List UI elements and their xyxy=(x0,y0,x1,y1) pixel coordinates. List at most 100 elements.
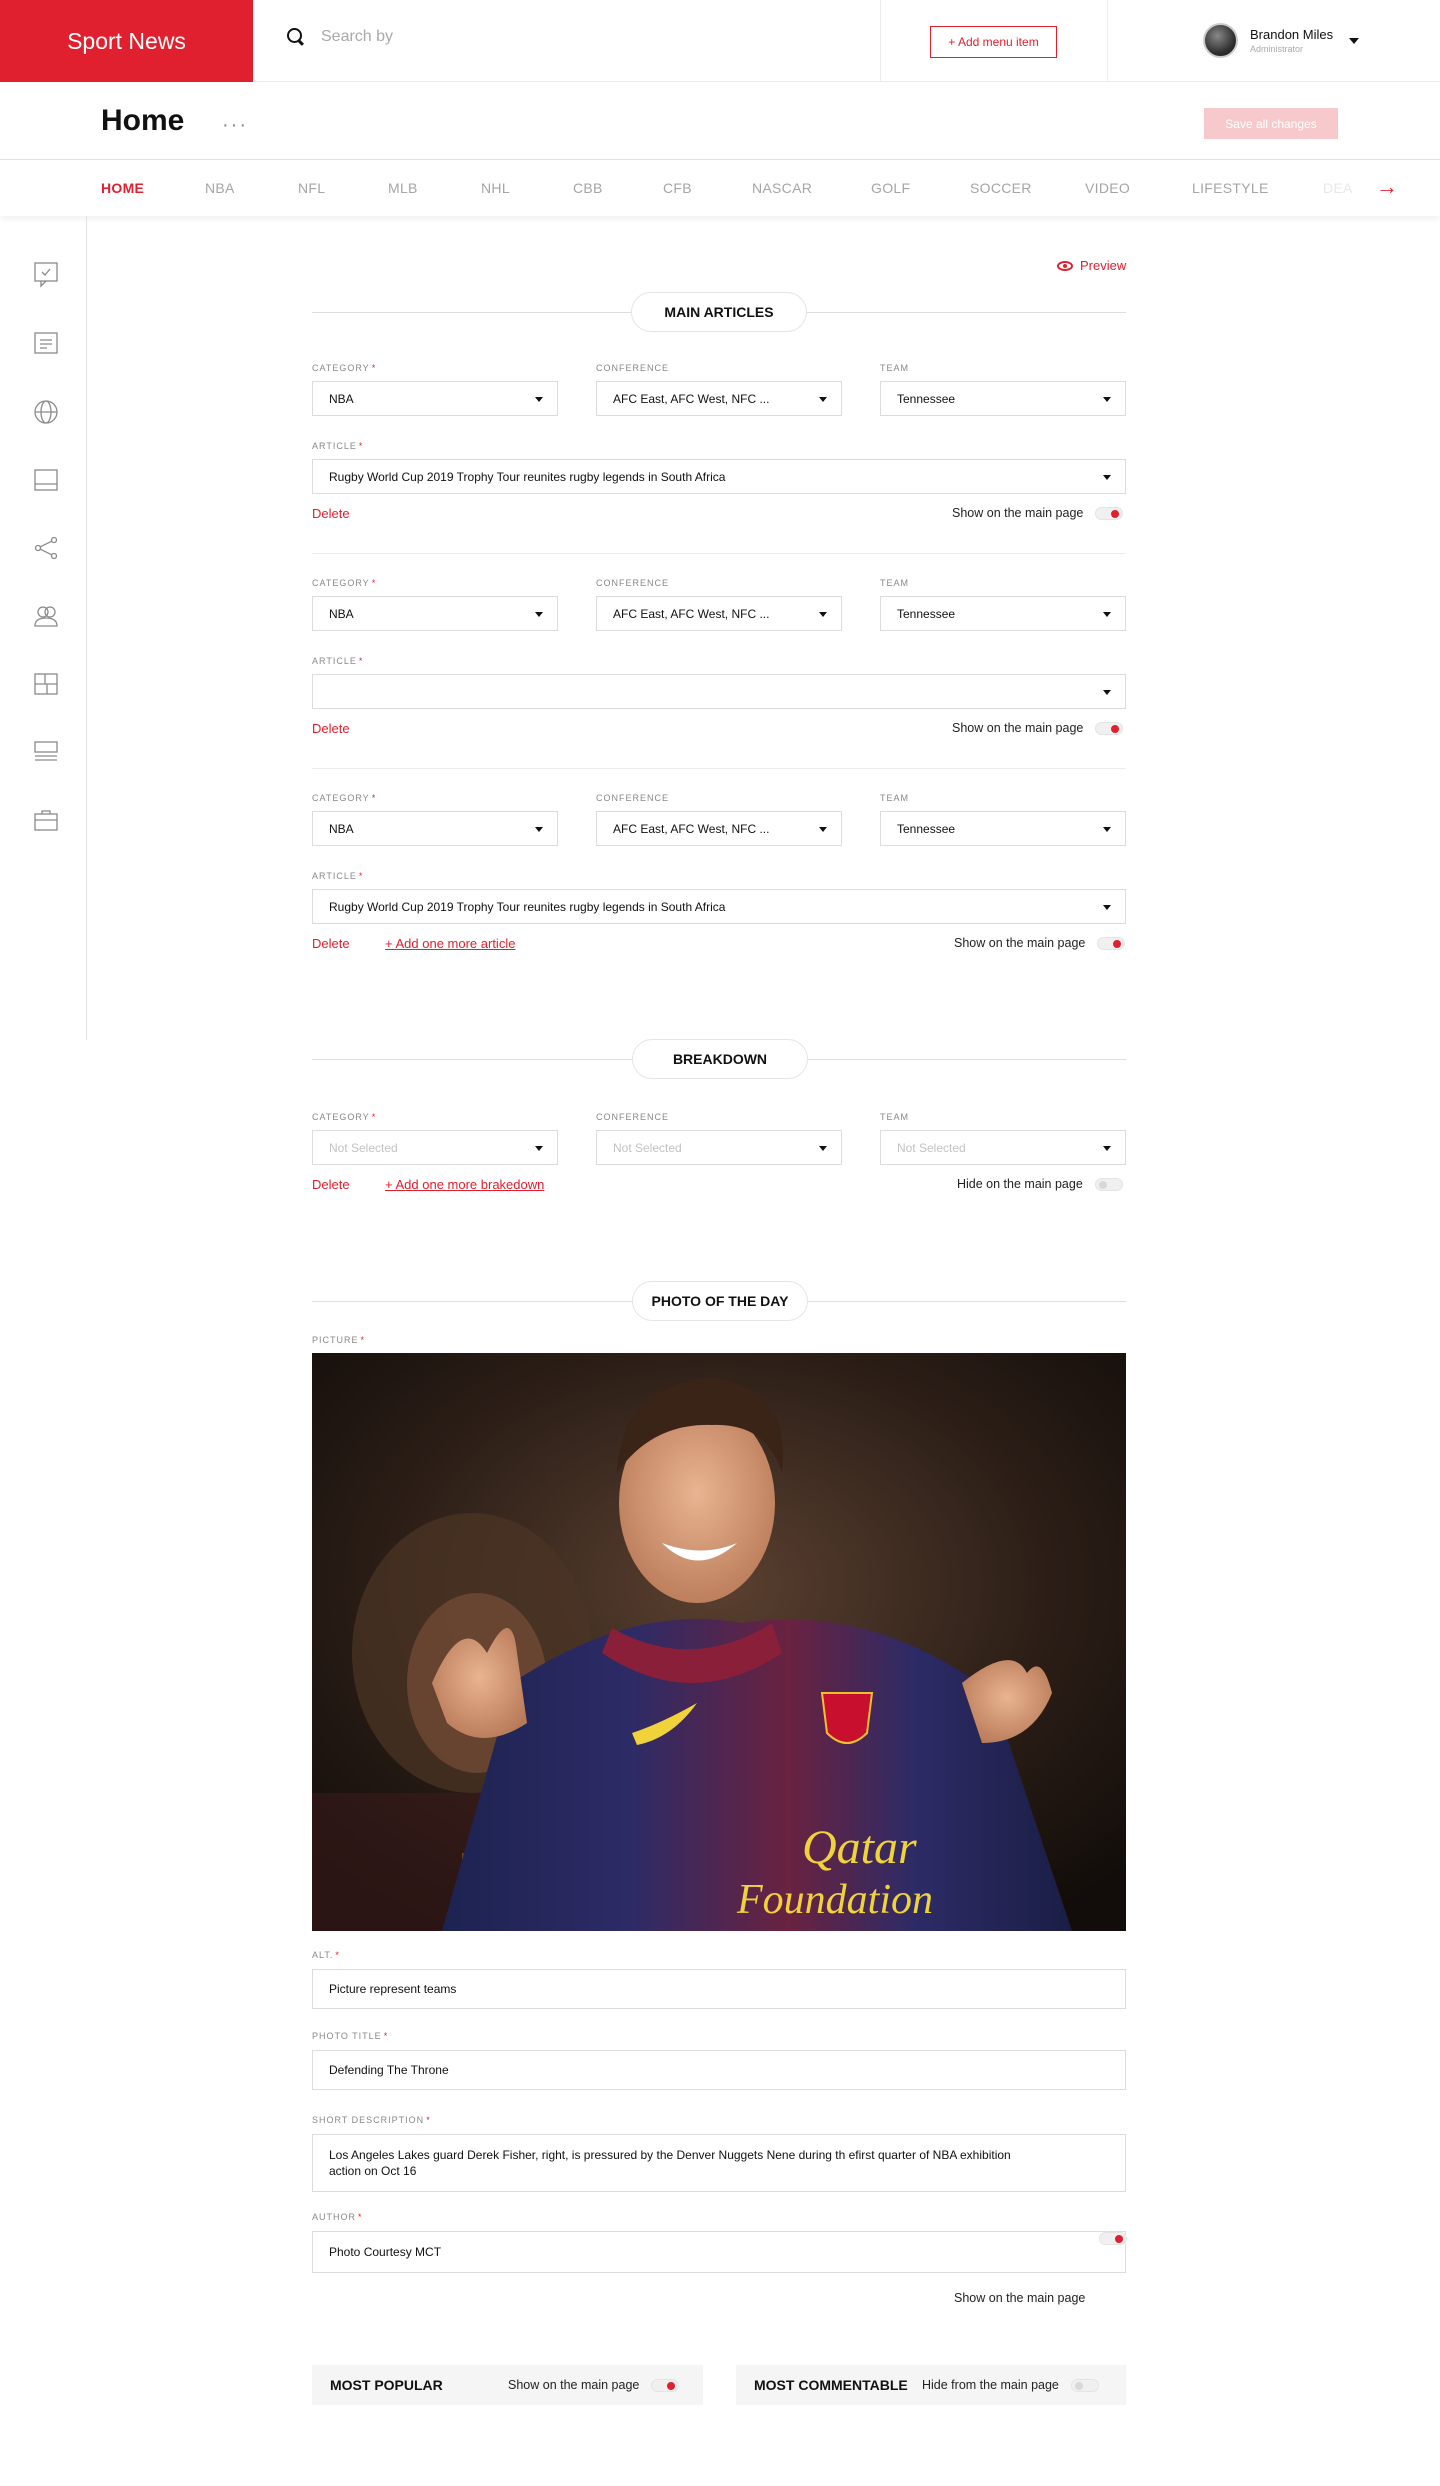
toggle-switch[interactable] xyxy=(1095,506,1124,520)
list-icon[interactable] xyxy=(32,738,60,766)
comment-check-icon[interactable] xyxy=(32,260,60,288)
preview-link[interactable]: Preview xyxy=(1057,258,1126,273)
toggle-switch[interactable] xyxy=(1070,2378,1099,2392)
save-all-changes-button[interactable]: Save all changes xyxy=(1204,108,1338,139)
show-on-main-page-toggle[interactable]: Show on the main page xyxy=(954,936,1126,950)
section-title: BREAKDOWN xyxy=(632,1039,808,1079)
category-select[interactable]: Not Selected xyxy=(312,1130,558,1165)
conference-select[interactable]: AFC East, AFC West, NFC ... xyxy=(596,381,842,416)
delete-breakdown-button[interactable]: Delete xyxy=(312,1177,350,1192)
tab-golf[interactable]: GOLF xyxy=(871,180,910,196)
category-label: CATEGORY * xyxy=(312,793,377,803)
tab-soccer[interactable]: SOCCER xyxy=(970,180,1032,196)
tab-dea[interactable]: DEA xyxy=(1323,180,1353,196)
tab-nhl[interactable]: NHL xyxy=(481,180,510,196)
toggle-switch[interactable] xyxy=(1097,936,1126,950)
top-bar: Sport News + Add menu item Brandon Miles… xyxy=(0,0,1440,82)
delete-article-button[interactable]: Delete xyxy=(312,721,350,736)
most-popular-card: MOST POPULAR Show on the main page xyxy=(312,2365,703,2405)
add-breakdown-button[interactable]: + Add one more brakedown xyxy=(385,1177,544,1192)
add-menu-item-button[interactable]: + Add menu item xyxy=(930,26,1057,58)
conference-select[interactable]: AFC East, AFC West, NFC ... xyxy=(596,596,842,631)
team-select[interactable]: Tennessee xyxy=(880,811,1126,846)
tab-lifestyle[interactable]: LIFESTYLE xyxy=(1192,180,1269,196)
category-select[interactable]: NBA xyxy=(312,811,558,846)
hide-from-main-page-toggle[interactable]: Hide from the main page xyxy=(922,2378,1099,2392)
most-commentable-card: MOST COMMENTABLE Hide from the main page xyxy=(736,2365,1126,2405)
team-select[interactable]: Not Selected xyxy=(880,1130,1126,1165)
toggle-switch[interactable] xyxy=(1094,1177,1123,1191)
caret-down-icon xyxy=(535,612,543,617)
jersey-text-1: Qatar xyxy=(802,1821,917,1874)
team-select[interactable]: Tennessee xyxy=(880,596,1126,631)
grid-icon[interactable] xyxy=(32,670,60,698)
caret-down-icon xyxy=(819,827,827,832)
show-on-main-page-toggle[interactable]: Show on the main page xyxy=(952,721,1124,735)
article-select[interactable] xyxy=(312,674,1126,709)
photo-of-day-picture[interactable]: Qatar Foundation xyxy=(312,1353,1126,1931)
article-select[interactable]: Rugby World Cup 2019 Trophy Tour reunite… xyxy=(312,889,1126,924)
toggle-label: Hide on the main page xyxy=(957,1177,1083,1191)
tab-home[interactable]: HOME xyxy=(101,180,144,196)
user-menu[interactable]: Brandon Miles Administrator xyxy=(1203,23,1360,58)
most-popular-title: MOST POPULAR xyxy=(330,2377,443,2393)
article-select[interactable]: Rugby World Cup 2019 Trophy Tour reunite… xyxy=(312,459,1126,494)
conference-label: CONFERENCE xyxy=(596,1112,670,1122)
category-select[interactable]: NBA xyxy=(312,596,558,631)
add-article-button[interactable]: + Add one more article xyxy=(385,936,515,951)
category-label: CATEGORY * xyxy=(312,578,377,588)
eye-icon xyxy=(1057,260,1073,271)
tab-nfl[interactable]: NFL xyxy=(298,180,325,196)
hide-on-main-page-toggle[interactable]: Hide on the main page xyxy=(957,1177,1123,1191)
tab-nascar[interactable]: NASCAR xyxy=(752,180,812,196)
tab-cfb[interactable]: CFB xyxy=(663,180,692,196)
globe-icon[interactable] xyxy=(32,398,60,426)
layout-icon[interactable] xyxy=(32,466,60,494)
tab-cbb[interactable]: CBB xyxy=(573,180,603,196)
alt-input[interactable]: Picture represent teams xyxy=(312,1969,1126,2009)
caret-down-icon xyxy=(819,1146,827,1151)
block-divider xyxy=(312,553,1126,554)
category-label: CATEGORY * xyxy=(312,363,377,373)
briefcase-icon[interactable] xyxy=(32,806,60,834)
tab-video[interactable]: VIDEO xyxy=(1085,180,1130,196)
avatar[interactable] xyxy=(1203,23,1238,58)
users-icon[interactable] xyxy=(32,602,60,630)
user-info: Brandon Miles Administrator xyxy=(1250,27,1333,54)
tab-mlb[interactable]: MLB xyxy=(388,180,418,196)
team-label: TEAM xyxy=(880,578,910,588)
toggle-switch[interactable] xyxy=(1095,721,1124,735)
caret-down-icon xyxy=(1103,612,1111,617)
brand-logo[interactable]: Sport News xyxy=(0,0,253,82)
team-label: TEAM xyxy=(880,363,910,373)
alt-label: ALT. * xyxy=(312,1950,340,1960)
delete-article-button[interactable]: Delete xyxy=(312,936,350,951)
conference-select[interactable]: Not Selected xyxy=(596,1130,842,1165)
photo-title-input[interactable]: Defending The Throne xyxy=(312,2050,1126,2090)
sidebar xyxy=(0,216,87,1040)
breakdown-header: BREAKDOWN xyxy=(312,1039,1126,1079)
search-input[interactable] xyxy=(321,28,621,46)
show-on-main-page-toggle[interactable]: Show on the main page xyxy=(508,2378,680,2392)
conference-select[interactable]: AFC East, AFC West, NFC ... xyxy=(596,811,842,846)
document-icon[interactable] xyxy=(32,329,60,357)
author-toggle-switch[interactable] xyxy=(1099,2232,1127,2245)
jersey-text-2: Foundation xyxy=(736,1877,933,1923)
toggle-switch[interactable] xyxy=(651,2378,680,2392)
caret-down-icon xyxy=(1103,905,1111,910)
more-options-icon[interactable]: ··· xyxy=(222,114,248,137)
team-select[interactable]: Tennessee xyxy=(880,381,1126,416)
search-icon[interactable] xyxy=(287,28,305,46)
tab-nba[interactable]: NBA xyxy=(205,180,235,196)
article-label: ARTICLE * xyxy=(312,441,364,451)
share-icon[interactable] xyxy=(32,534,60,562)
category-select[interactable]: NBA xyxy=(312,381,558,416)
author-input[interactable]: Photo Courtesy MCT xyxy=(312,2231,1126,2273)
page-title: Home xyxy=(101,104,185,137)
delete-article-button[interactable]: Delete xyxy=(312,506,350,521)
chevron-down-icon[interactable] xyxy=(1349,37,1360,44)
section-title: MAIN ARTICLES xyxy=(631,292,807,332)
show-on-main-page-toggle[interactable]: Show on the main page xyxy=(952,506,1124,520)
short-description-input[interactable]: Los Angeles Lakes guard Derek Fisher, ri… xyxy=(312,2134,1126,2192)
arrow-right-icon[interactable]: → xyxy=(1376,174,1398,200)
